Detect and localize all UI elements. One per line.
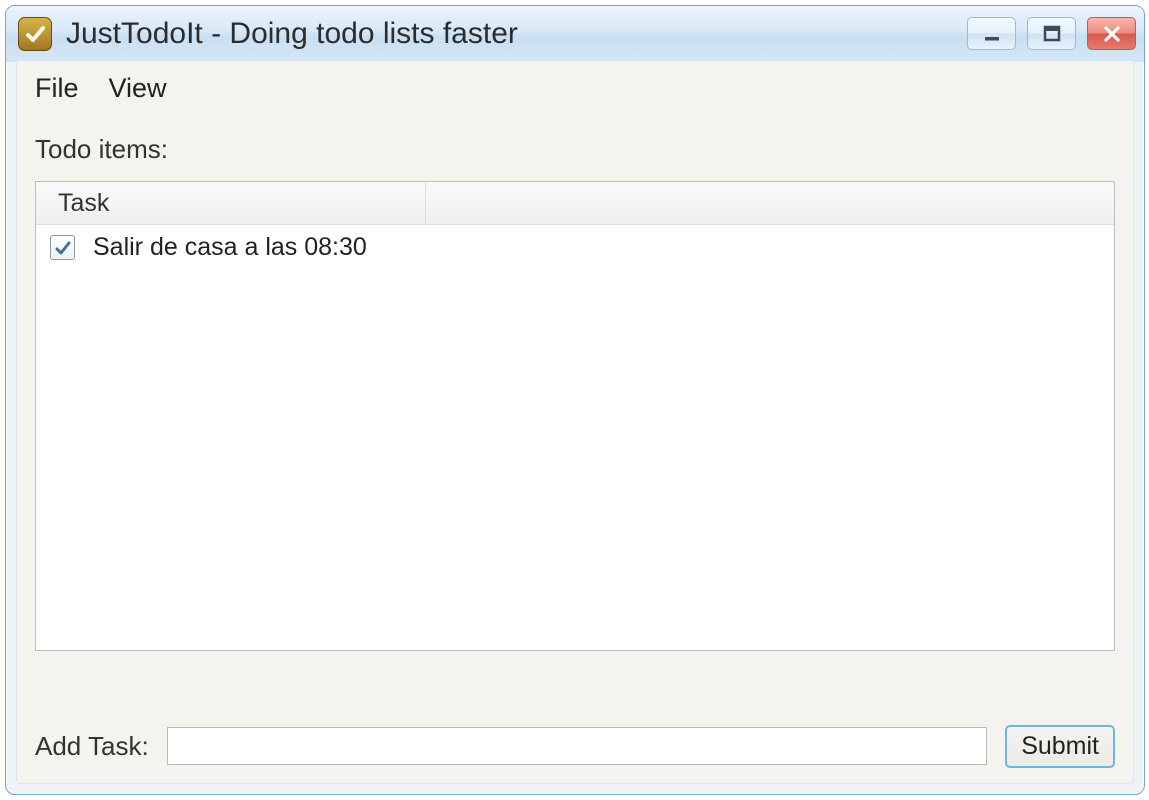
client-area: File View Todo items: Task Salir de casa… [16, 61, 1134, 784]
maximize-icon [1041, 24, 1063, 44]
title-bar: JustTodoIt - Doing todo lists faster [6, 6, 1144, 62]
menu-file[interactable]: File [35, 73, 79, 104]
submit-button[interactable]: Submit [1005, 725, 1115, 768]
add-task-input[interactable] [167, 727, 987, 765]
add-task-label: Add Task: [35, 731, 149, 762]
list-item[interactable]: Salir de casa a las 08:30 [36, 225, 1114, 271]
menu-bar: File View [17, 61, 1133, 112]
column-header-empty [426, 182, 1114, 224]
window-title: JustTodoIt - Doing todo lists faster [66, 17, 967, 51]
minimize-button[interactable] [967, 17, 1016, 50]
todo-items-label: Todo items: [17, 112, 1133, 175]
close-icon [1101, 24, 1123, 44]
task-text: Salir de casa a las 08:30 [93, 233, 367, 262]
menu-view[interactable]: View [109, 73, 167, 104]
maximize-button[interactable] [1027, 17, 1076, 50]
column-header-task[interactable]: Task [36, 182, 426, 224]
task-checkbox[interactable] [50, 235, 75, 260]
add-task-bar: Add Task: Submit [35, 723, 1115, 769]
minimize-icon [981, 24, 1003, 44]
list-header: Task [36, 182, 1114, 225]
checkmark-icon [54, 239, 72, 257]
app-window: JustTodoIt - Doing todo lists faster [5, 5, 1145, 795]
app-icon [18, 17, 52, 51]
window-controls [967, 17, 1136, 50]
close-button[interactable] [1087, 17, 1136, 50]
todo-list[interactable]: Task Salir de casa a las 08:30 [35, 181, 1115, 651]
